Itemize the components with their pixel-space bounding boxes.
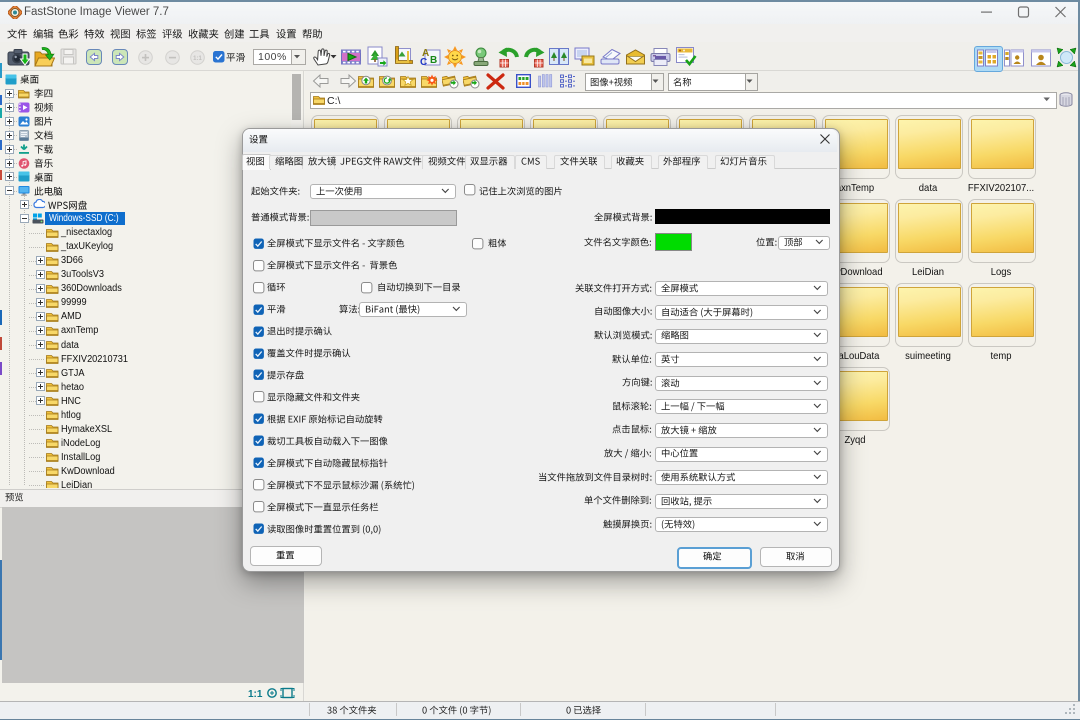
svg-text:1:1: 1:1 <box>193 56 202 62</box>
svg-text:B: B <box>430 55 437 66</box>
svg-text:C: C <box>420 57 427 68</box>
svg-text:1:1: 1:1 <box>248 689 263 699</box>
